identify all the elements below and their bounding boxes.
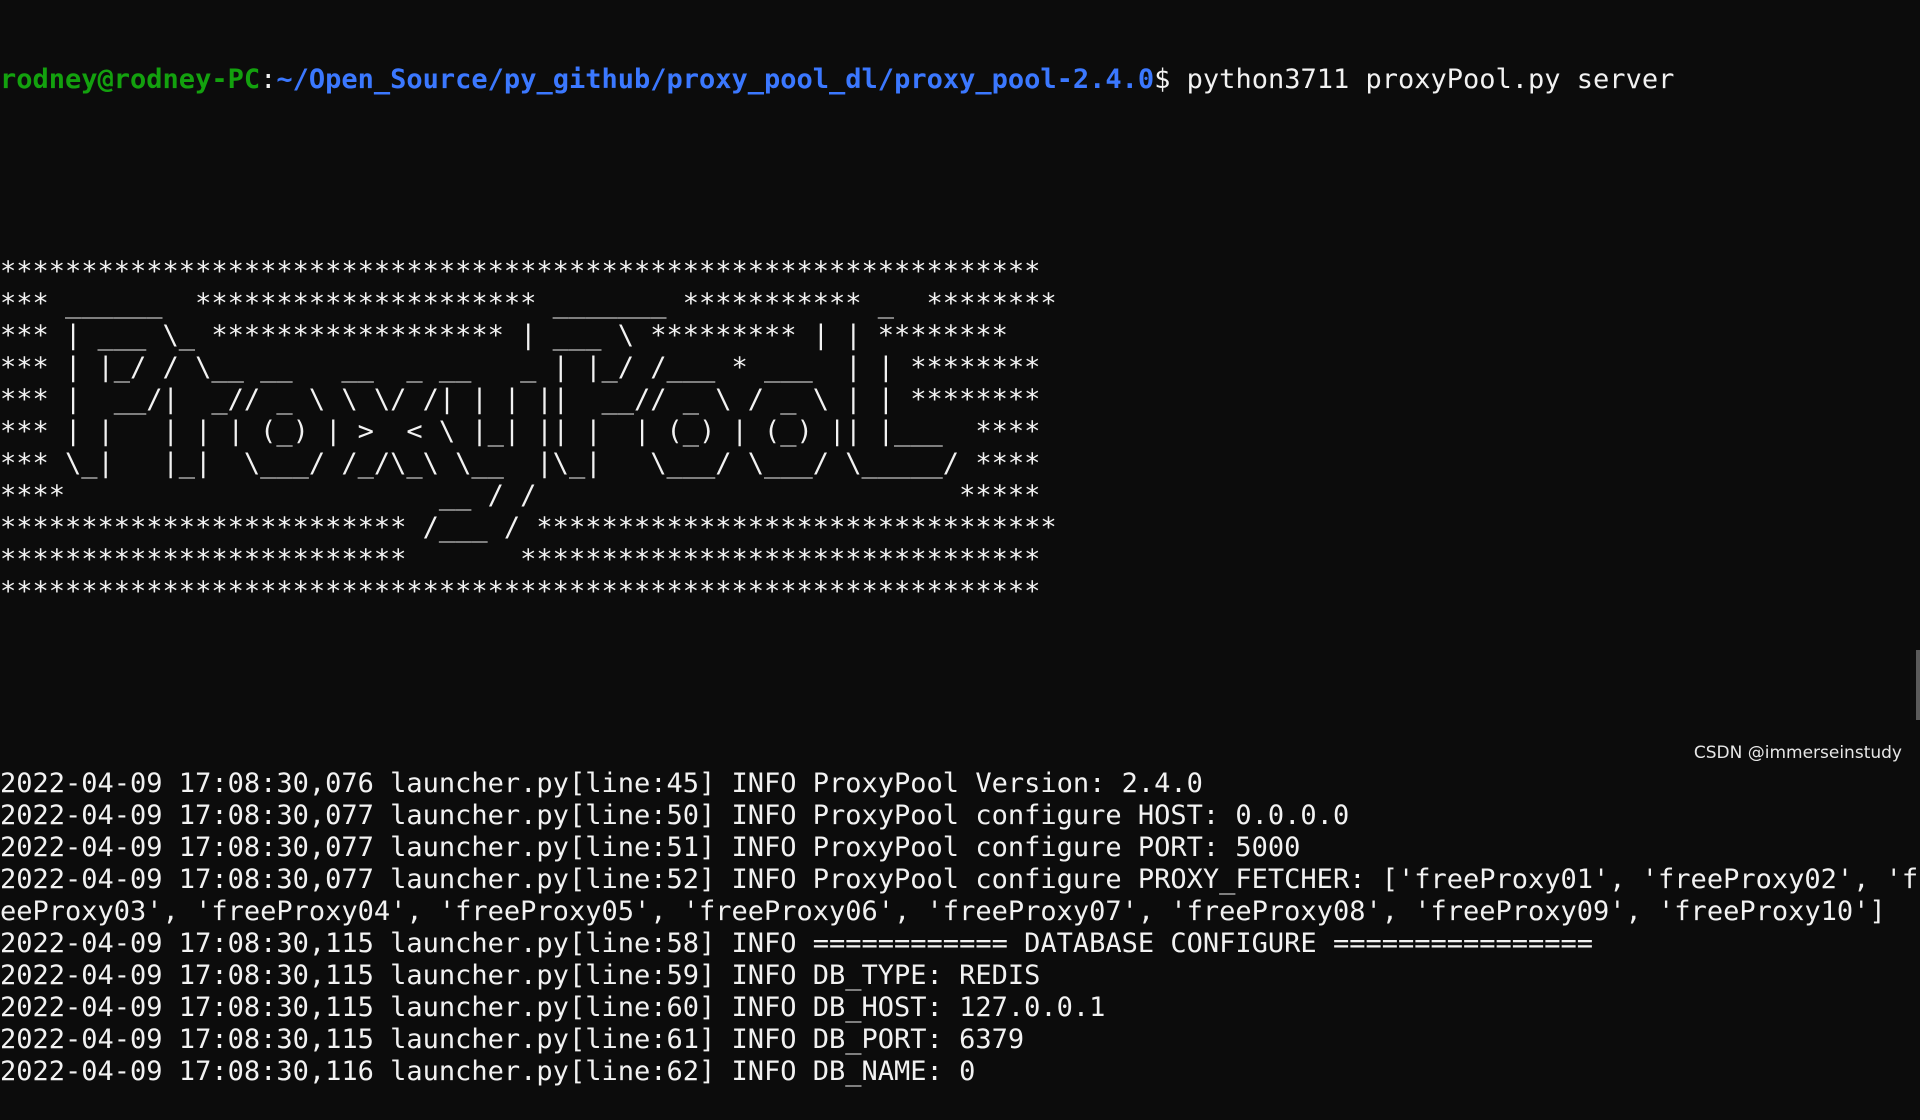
prompt-path: ~/Open_Source/py_github/proxy_pool_dl/pr… [276, 64, 1155, 95]
banner-line: ****************************************… [0, 256, 1041, 287]
banner-line: *** | | | | | (_) | > < \ |_| || | | (_)… [0, 416, 1041, 447]
prompt-line: rodney@rodney-PC:~/Open_Source/py_github… [0, 64, 1920, 96]
log-line: 2022-04-09 17:08:30,076 launcher.py[line… [0, 768, 1203, 799]
log-line: 2022-04-09 17:08:30,115 launcher.py[line… [0, 1024, 1025, 1055]
watermark: CSDN @immerseinstudy [1693, 743, 1902, 763]
prompt-colon: : [260, 64, 277, 95]
log-line: eeProxy03', 'freeProxy04', 'freeProxy05'… [0, 896, 1886, 927]
log-line: 2022-04-09 17:08:30,116 launcher.py[line… [0, 1056, 976, 1087]
banner-line: *** | |_/ / \__ __ __ _ __ _ | |_/ /___ … [0, 352, 1041, 383]
log-line: 2022-04-09 17:08:30,115 launcher.py[line… [0, 960, 1041, 991]
banner-line: *** \_| |_| \___/ /_/\_\ \__ |\_| \___/ … [0, 448, 1041, 479]
banner-line: ************************* /___ / *******… [0, 512, 1057, 543]
log-line: 2022-04-09 17:08:30,077 launcher.py[line… [0, 800, 1350, 831]
log-line: 2022-04-09 17:08:30,077 launcher.py[line… [0, 832, 1301, 863]
ascii-banner: ****************************************… [0, 256, 1920, 608]
banner-line: *** | ___ \_ ****************** | ___ \ … [0, 320, 1008, 351]
log-line: 2022-04-09 17:08:30,115 launcher.py[line… [0, 992, 1106, 1023]
banner-line: *** ______ ********************* _______… [0, 288, 1057, 319]
banner-line: *** | __/| _// _ \ \ \/ /| | | || __// _… [0, 384, 1041, 415]
log-output: 2022-04-09 17:08:30,076 launcher.py[line… [0, 768, 1920, 1088]
banner-line: ************************* **************… [0, 544, 1041, 575]
log-line: 2022-04-09 17:08:30,077 launcher.py[line… [0, 864, 1920, 895]
banner-line: **** __ / / ***** [0, 480, 1041, 511]
log-line: 2022-04-09 17:08:30,115 launcher.py[line… [0, 928, 1594, 959]
scrollbar-thumb[interactable] [1916, 650, 1920, 720]
prompt-command: python3711 proxyPool.py server [1186, 64, 1675, 95]
prompt-symbol: $ [1154, 64, 1187, 95]
terminal-window[interactable]: rodney@rodney-PC:~/Open_Source/py_github… [0, 0, 1920, 1087]
banner-line: ****************************************… [0, 576, 1041, 607]
prompt-user-host: rodney@rodney-PC [0, 64, 261, 95]
